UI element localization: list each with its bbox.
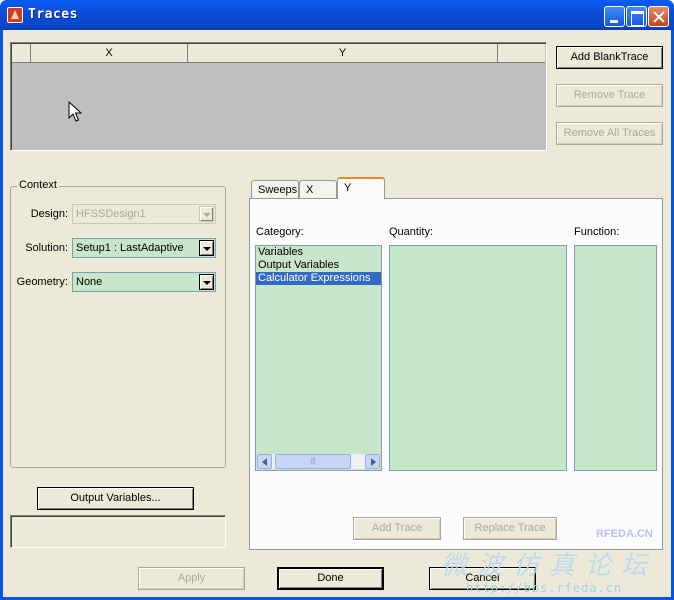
- traces-window: Traces X Y Add BlankTrace Remove Trace R…: [0, 0, 674, 600]
- category-list[interactable]: Variables Output Variables Calculator Ex…: [255, 245, 382, 471]
- scroll-left-icon[interactable]: [257, 454, 272, 469]
- trace-grid[interactable]: X Y: [10, 42, 547, 151]
- quantity-label: Quantity:: [389, 226, 434, 238]
- design-value: HFSSDesign1: [76, 208, 146, 220]
- design-select[interactable]: HFSSDesign1: [72, 204, 216, 224]
- add-blank-trace-button[interactable]: Add BlankTrace: [556, 46, 663, 69]
- list-item[interactable]: Calculator Expressions: [256, 272, 381, 285]
- solution-select[interactable]: Setup1 : LastAdaptive: [72, 238, 216, 258]
- maximize-icon[interactable]: [626, 6, 647, 27]
- grid-header-y[interactable]: Y: [188, 44, 498, 63]
- geometry-value: None: [76, 276, 103, 288]
- app-icon: [7, 7, 23, 23]
- list-item[interactable]: Output Variables: [256, 259, 381, 272]
- function-label: Function:: [574, 226, 620, 238]
- minimize-icon[interactable]: [604, 6, 625, 27]
- category-label: Category:: [256, 226, 304, 238]
- tab-x[interactable]: X: [299, 180, 337, 200]
- add-trace-button[interactable]: Add Trace: [353, 517, 441, 540]
- list-item[interactable]: Variables: [256, 246, 381, 259]
- apply-button[interactable]: Apply: [138, 567, 245, 590]
- tab-y[interactable]: Y: [337, 177, 385, 199]
- scroll-right-icon[interactable]: [365, 454, 380, 469]
- replace-trace-button[interactable]: Replace Trace: [463, 517, 557, 540]
- design-label: Design:: [30, 208, 68, 220]
- title-bar[interactable]: Traces: [0, 0, 674, 30]
- chevron-down-icon[interactable]: [199, 240, 214, 256]
- tab-panel-y: Category: Quantity: Function: Variables …: [249, 198, 663, 550]
- solution-label: Solution:: [25, 242, 68, 254]
- status-field: [10, 515, 226, 548]
- solution-value: Setup1 : LastAdaptive: [76, 242, 184, 254]
- scroll-thumb[interactable]: |||: [275, 454, 351, 469]
- geometry-select[interactable]: None: [72, 272, 216, 292]
- quantity-list[interactable]: [389, 245, 567, 471]
- remove-trace-button[interactable]: Remove Trace: [556, 84, 663, 107]
- remove-all-traces-button[interactable]: Remove All Traces: [556, 122, 663, 145]
- chevron-down-icon: [199, 206, 214, 222]
- close-icon[interactable]: [648, 6, 669, 27]
- done-button[interactable]: Done: [277, 567, 384, 590]
- watermark-logo: 微波仿真论坛: [441, 551, 658, 581]
- chevron-down-icon[interactable]: [199, 274, 214, 290]
- function-list[interactable]: [574, 245, 657, 471]
- watermark-url: http://bbs.rfeda.cn: [466, 581, 623, 595]
- output-variables-button[interactable]: Output Variables...: [37, 487, 194, 510]
- window-title: Traces: [28, 7, 78, 22]
- watermark-site: RFEDA.CN: [596, 528, 653, 540]
- geometry-label: Geometry:: [16, 276, 68, 288]
- grid-header-x[interactable]: X: [31, 44, 188, 63]
- grid-header-rownum: [12, 44, 31, 63]
- dialog-body: X Y Add BlankTrace Remove Trace Remove A…: [3, 30, 671, 597]
- context-group-title: Context: [17, 179, 59, 191]
- context-group: [10, 186, 226, 468]
- tab-sweeps[interactable]: Sweeps: [251, 180, 299, 200]
- horizontal-scrollbar[interactable]: |||: [257, 454, 380, 469]
- grid-header-extra: [498, 44, 545, 63]
- trace-grid-header: X Y: [12, 44, 545, 63]
